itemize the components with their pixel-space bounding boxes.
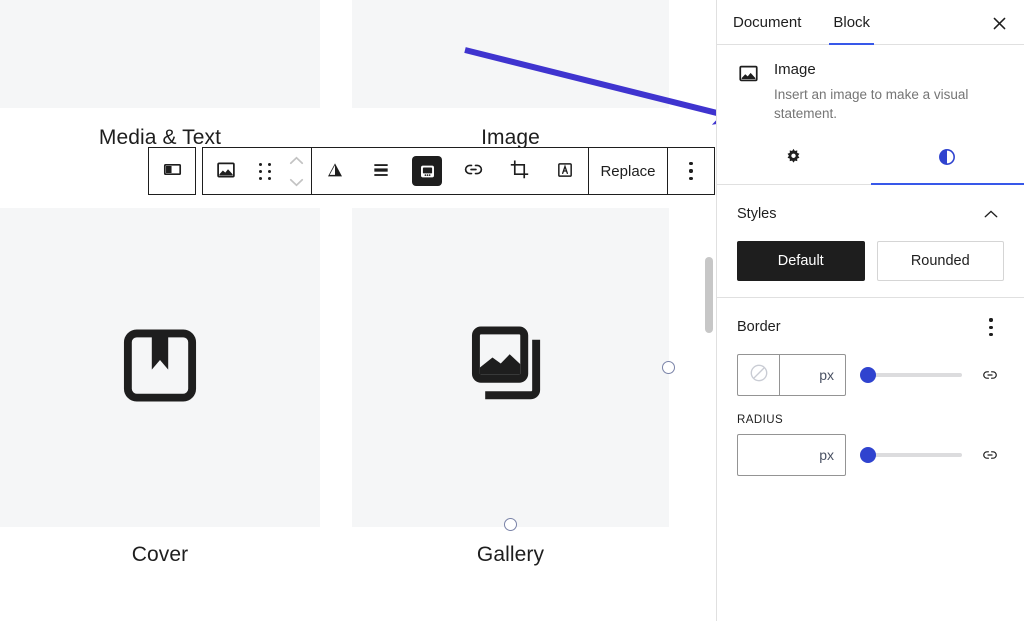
block-info-card: Image Insert an image to make a visual s…	[717, 45, 1024, 127]
block-tile-media-text[interactable]	[0, 0, 320, 108]
link-icon	[463, 159, 484, 183]
chevron-up-icon[interactable]	[978, 201, 1004, 227]
close-icon[interactable]	[982, 6, 1016, 40]
style-variation-group: Default Rounded	[737, 241, 1004, 281]
border-width-input-group[interactable]: px	[737, 354, 846, 396]
crop-icon	[509, 159, 530, 183]
sidebar-header: Document Block	[717, 0, 1024, 45]
kebab-menu-icon	[689, 162, 692, 180]
resize-handle-bottom[interactable]	[504, 518, 517, 531]
styles-panel-header: Styles	[737, 201, 1004, 227]
drag-handle-button[interactable]	[249, 148, 281, 194]
settings-sidebar: Document Block Image Insert an image to …	[716, 0, 1024, 621]
tab-document[interactable]: Document	[717, 0, 817, 44]
move-block-stepper[interactable]	[281, 148, 311, 194]
block-title: Image	[774, 61, 992, 78]
border-radius-slider[interactable]	[860, 445, 962, 465]
no-color-icon	[748, 362, 770, 389]
slider-thumb[interactable]	[860, 447, 876, 463]
styles-panel-title: Styles	[737, 206, 777, 222]
chevron-down-icon	[289, 175, 304, 190]
align-triangle-icon	[325, 160, 345, 183]
border-width-unit[interactable]: px	[780, 355, 845, 395]
replace-button[interactable]: Replace	[589, 148, 667, 194]
styles-tab[interactable]	[871, 133, 1024, 184]
border-radius-input-group[interactable]: px	[737, 434, 846, 476]
tab-block[interactable]: Block	[817, 0, 886, 44]
border-color-swatch[interactable]	[738, 355, 780, 395]
border-width-row: px	[737, 354, 1004, 396]
border-width-slider[interactable]	[860, 365, 962, 385]
border-radius-unit[interactable]: px	[738, 435, 845, 475]
link-icon[interactable]	[976, 361, 1004, 389]
canvas-scrollbar[interactable]	[702, 0, 716, 621]
inspector-tabs	[717, 133, 1024, 185]
align-button[interactable]	[312, 148, 358, 194]
cover-icon	[119, 324, 201, 411]
block-type-image-button[interactable]	[203, 148, 249, 194]
canvas-scrollbar-thumb[interactable]	[705, 257, 713, 333]
chevron-up-icon	[289, 153, 304, 168]
drag-dots-icon	[259, 163, 272, 180]
settings-tab[interactable]	[717, 133, 871, 184]
toolbar-group-main: Replace	[202, 147, 715, 195]
text-over-image-icon	[555, 160, 575, 183]
border-radius-label: RADIUS	[737, 414, 1004, 426]
editor-canvas: Media & Text Image Cover Gallery	[0, 0, 716, 621]
image-caption-icon	[412, 156, 442, 186]
image-icon	[215, 159, 237, 184]
block-tile-gallery[interactable]	[352, 208, 669, 527]
align-lines-icon	[371, 160, 391, 183]
border-panel: Border px	[717, 298, 1024, 494]
crop-button[interactable]	[496, 148, 542, 194]
caption-toggle-button[interactable]	[404, 148, 450, 194]
select-parent-media-text-button[interactable]	[149, 148, 195, 194]
style-variation-default[interactable]: Default	[737, 241, 865, 281]
more-options-button[interactable]	[668, 148, 714, 194]
border-radius-row: px	[737, 434, 1004, 476]
block-tile-image[interactable]	[352, 0, 669, 108]
styles-panel: Styles Default Rounded	[717, 185, 1024, 298]
link-icon[interactable]	[976, 441, 1004, 469]
block-tile-cover[interactable]	[0, 208, 320, 527]
block-tile-label-gallery: Gallery	[352, 543, 669, 567]
media-and-text-icon	[162, 159, 183, 183]
editor-screen: Media & Text Image Cover Gallery	[0, 0, 1024, 621]
half-circle-icon	[937, 147, 957, 170]
style-variation-rounded[interactable]: Rounded	[877, 241, 1005, 281]
block-info-text: Image Insert an image to make a visual s…	[774, 61, 992, 123]
resize-handle-right[interactable]	[662, 361, 675, 374]
block-tile-label-cover: Cover	[0, 543, 320, 567]
block-toolbar: Replace	[148, 147, 715, 195]
gear-icon	[783, 147, 804, 171]
border-panel-title: Border	[737, 319, 781, 335]
kebab-menu-icon[interactable]	[978, 314, 1004, 340]
image-icon	[737, 62, 760, 123]
border-panel-header: Border	[737, 314, 1004, 340]
slider-thumb[interactable]	[860, 367, 876, 383]
gallery-icon	[468, 322, 554, 413]
add-text-over-image-button[interactable]	[542, 148, 588, 194]
toolbar-group-parent	[148, 147, 196, 195]
insert-link-button[interactable]	[450, 148, 496, 194]
block-description: Insert an image to make a visual stateme…	[774, 85, 992, 123]
change-alignment-button[interactable]	[358, 148, 404, 194]
